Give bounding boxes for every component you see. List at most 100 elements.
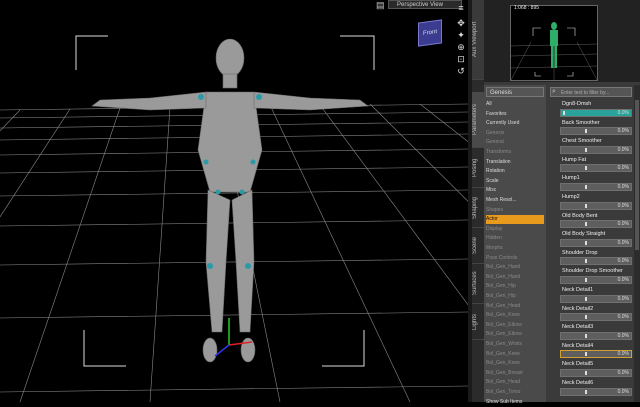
tree-item[interactable]: Bol_Gen_Breast [486, 369, 544, 378]
rotate-icon[interactable]: ✥ [456, 18, 466, 28]
tree-item[interactable]: Transforms [486, 148, 544, 157]
slider-knob[interactable] [585, 315, 587, 320]
3d-viewport[interactable]: Perspective View ▤ Front ≡ ✥ ✦ ⊕ ⊡ ↺ [0, 0, 468, 402]
slider-label: Neck Detail2 [562, 305, 594, 312]
slider-knob[interactable] [585, 222, 587, 227]
tree-item[interactable]: Morphs [486, 244, 544, 253]
slider-value: 0.0% [617, 295, 629, 302]
tree-item[interactable]: General [486, 138, 544, 147]
tree-item-selected[interactable]: Actor [486, 215, 544, 225]
parameter-slider[interactable]: 0.0% [560, 201, 632, 210]
slider-value: 0.0% [617, 314, 629, 321]
parameter-slider[interactable]: 0.0% [560, 257, 632, 266]
slider-knob[interactable] [585, 259, 587, 264]
tree-item[interactable]: Bol_Gen_Hip [486, 282, 544, 291]
tree-item[interactable]: Bol_Gen_Hand [486, 273, 544, 282]
node-selector[interactable]: Genesis [486, 87, 544, 97]
tree-item[interactable]: Bol_Gen_Wrists [486, 340, 544, 349]
tree-item[interactable]: Bol_Gen_Knee [486, 311, 544, 320]
tree-item[interactable]: Misc [486, 186, 544, 195]
parameter-slider[interactable]: 0.0% [560, 368, 632, 377]
slider-value: 0.0% [617, 369, 629, 376]
tree-item[interactable]: Currently Used [486, 119, 544, 128]
tree-item[interactable]: Bol_Gen_Hip [486, 292, 544, 301]
tree-item[interactable]: Pose Controls [486, 254, 544, 263]
slider-knob[interactable] [585, 240, 587, 245]
slider-value: 0.0% [617, 258, 629, 265]
slider-knob[interactable] [585, 370, 587, 375]
tree-item[interactable]: Bol_Gen_Elbow [486, 330, 544, 339]
view-cube[interactable]: Front [418, 19, 442, 47]
search-icon: ⌕ [552, 88, 556, 95]
slider-knob[interactable] [585, 389, 587, 394]
slider-label: Neck Detail5 [562, 361, 594, 368]
tab-shaping[interactable]: Shaping [472, 188, 484, 228]
tree-item[interactable]: Bol_Gen_Torso [486, 388, 544, 397]
pan-icon[interactable]: ✦ [456, 30, 466, 40]
parameter-slider[interactable]: 0.0% [560, 238, 632, 247]
parameter-slider[interactable]: 0.0% [560, 275, 632, 284]
slider-knob[interactable] [585, 296, 587, 301]
tree-item[interactable]: Genesis [486, 129, 544, 138]
parameter-slider[interactable]: 0.0% [560, 108, 632, 117]
tree-item[interactable]: Mesh Resol... [486, 196, 544, 205]
filter-input[interactable]: Enter text to filter by... [550, 87, 632, 97]
tree-item[interactable]: All [486, 100, 544, 109]
slider-knob[interactable] [585, 352, 587, 357]
slider-label: Shoulder Drop [562, 249, 598, 256]
tree-item[interactable]: Shapes [486, 206, 544, 215]
slider-label: Hump2 [562, 194, 580, 200]
tree-item[interactable]: Display [486, 225, 544, 234]
tree-item[interactable]: Translation [486, 158, 544, 167]
scrollbar-thumb[interactable] [635, 100, 639, 250]
tree-item[interactable]: Bol_Gen_Elbow [486, 321, 544, 330]
tree-item[interactable]: Bol_Gen_Knee [486, 359, 544, 368]
parameter-slider[interactable]: 0.0% [560, 313, 632, 322]
slider-knob[interactable] [585, 277, 587, 282]
slider-knob[interactable] [585, 147, 587, 152]
parameter-slider[interactable]: 0.0% [560, 127, 632, 136]
parameter-slider[interactable]: 0.0% [560, 145, 632, 154]
tree-item[interactable]: Show Sub Items [486, 398, 544, 407]
tree-item[interactable]: Bol_Gen_Hand [486, 263, 544, 272]
reset-icon[interactable]: ↺ [456, 66, 466, 76]
parameter-slider[interactable]: 0.0% [560, 182, 632, 191]
tree-item[interactable]: Favorites [486, 110, 544, 119]
slider-label: Neck Detail3 [562, 324, 594, 331]
menu-icon[interactable]: ≡ [456, 3, 466, 13]
slider-knob[interactable] [585, 184, 587, 189]
parameter-slider[interactable]: 0.0% [560, 331, 632, 340]
parameter-slider[interactable]: 0.0% [560, 350, 632, 359]
tab-posing[interactable]: Posing [472, 148, 484, 188]
slider-knob[interactable] [585, 166, 587, 171]
parameter-slider[interactable]: 0.0% [560, 220, 632, 229]
tree-item[interactable]: Hidden [486, 234, 544, 243]
slider-knob[interactable] [585, 203, 587, 208]
tab-lights[interactable]: Lights [472, 304, 484, 340]
slider-knob[interactable] [563, 110, 565, 115]
slider-label: Chest Smoother [562, 138, 602, 145]
slider-value: 0.0% [617, 183, 629, 190]
tab-surfaces[interactable]: Surfaces [472, 264, 484, 304]
view-menu-icon[interactable]: ▤ [376, 0, 385, 10]
parameter-slider[interactable]: 0.0% [560, 294, 632, 303]
parameter-slider[interactable]: 0.0% [560, 164, 632, 173]
frame-icon[interactable]: ⊡ [456, 54, 466, 64]
tree-item[interactable]: Rotation [486, 167, 544, 176]
tree-item[interactable]: Bol_Gen_Knee [486, 350, 544, 359]
slider-knob[interactable] [585, 333, 587, 338]
zoom-icon[interactable]: ⊕ [456, 42, 466, 52]
tree-item[interactable]: Bol_Gen_Head [486, 378, 544, 387]
tree-item[interactable]: Bol_Gen_Head [486, 302, 544, 311]
slider-knob[interactable] [585, 129, 587, 134]
tab-aux-viewport[interactable]: Aux Viewport [472, 0, 484, 80]
tab-scene[interactable]: Scene [472, 228, 484, 264]
parameter-slider[interactable]: 0.0% [560, 387, 632, 396]
side-tab-strip: Aux Viewport Parameters Posing Shaping S… [472, 0, 484, 402]
aux-viewport[interactable] [510, 5, 598, 81]
slider-label: Dgn8-Dmsh [562, 101, 592, 107]
view-selector[interactable]: Perspective View [388, 0, 462, 9]
tab-parameters[interactable]: Parameters [472, 92, 484, 148]
tree-item[interactable]: Scale [486, 177, 544, 186]
slider-value: 0.0% [617, 109, 629, 116]
